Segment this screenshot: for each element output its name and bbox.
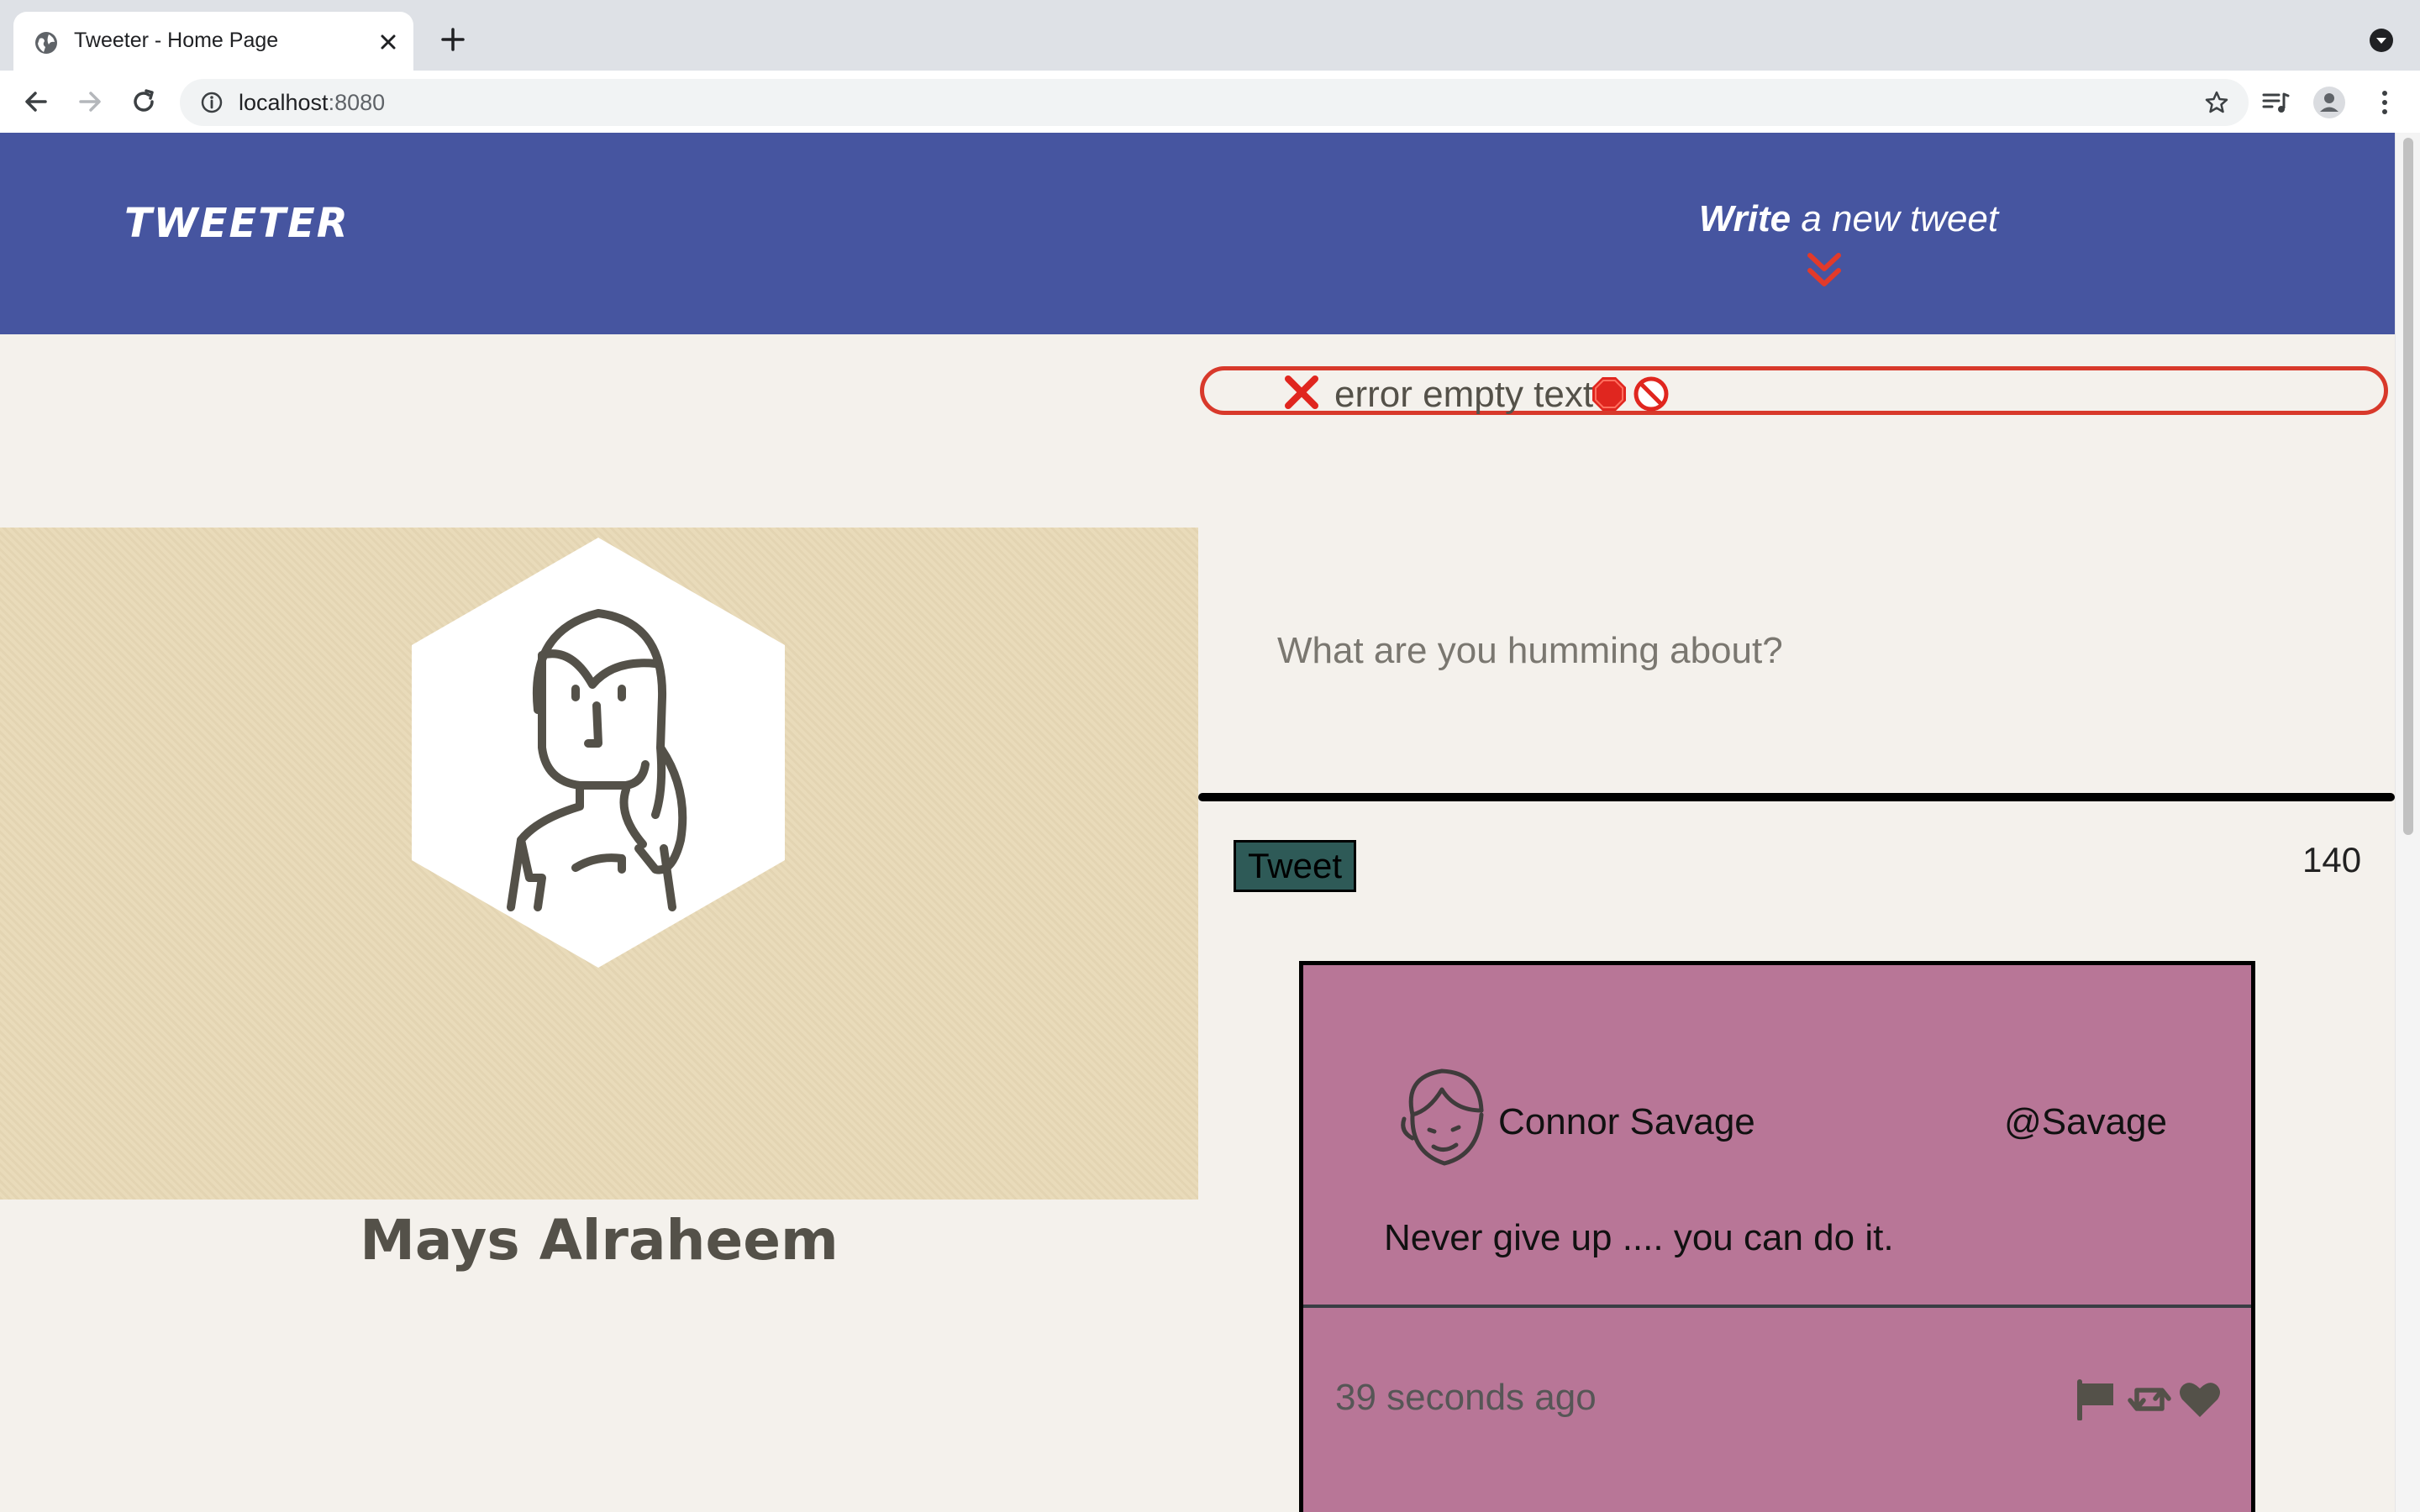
brand-logo[interactable]: TWEETER [124, 200, 350, 247]
tweet-divider [1303, 1305, 2251, 1308]
compose-label: Write a new tweet [1699, 198, 1998, 239]
more-menu-icon[interactable] [2368, 86, 2402, 119]
browser-tabstrip: Tweeter - Home Page [0, 0, 2420, 71]
url-host: localhost [239, 90, 329, 115]
man-avatar-icon [1401, 1068, 1484, 1166]
profile-name: Mays Alraheem [360, 1208, 839, 1273]
retweet-icon[interactable] [2127, 1378, 2172, 1420]
info-icon[interactable] [200, 91, 224, 114]
profile-header: Mays Alraheem [0, 528, 1198, 1273]
back-icon[interactable] [20, 86, 52, 118]
bookmark-star-icon[interactable] [2203, 89, 2230, 116]
tweet-submit-button[interactable]: Tweet [1234, 840, 1356, 892]
reload-icon[interactable] [128, 86, 160, 118]
scrollbar-thumb[interactable] [2403, 138, 2413, 835]
prohibited-icon [1634, 376, 1669, 412]
textarea-underline [1198, 793, 2395, 801]
browser-toolbar: localhost:8080 [0, 71, 2420, 134]
media-queue-icon[interactable] [2259, 86, 2292, 119]
flag-icon[interactable] [2073, 1378, 2118, 1420]
tab-title: Tweeter - Home Page [74, 29, 279, 52]
page-viewport: TWEETER Write a new tweet error empty te… [0, 133, 2395, 1512]
new-tab-icon[interactable] [439, 25, 467, 54]
forward-icon[interactable] [74, 86, 106, 118]
double-chevron-down-icon[interactable] [1807, 250, 1842, 291]
url-text: localhost:8080 [239, 90, 385, 116]
url-port: :8080 [328, 90, 386, 115]
tweet-timestamp: 39 seconds ago [1335, 1377, 1597, 1418]
character-counter: 140 [2302, 840, 2362, 879]
tweet-card: Connor Savage @Savage Never give up ....… [1299, 961, 2255, 1512]
close-icon[interactable] [376, 30, 400, 54]
error-message-box: error empty text [1200, 366, 2388, 415]
tweet-author-name: Connor Savage [1498, 1101, 1755, 1142]
user-avatar [412, 538, 785, 968]
compose-label-rest: a new tweet [1791, 198, 1999, 239]
tweet-author-handle: @Savage [2004, 1101, 2167, 1142]
address-bar[interactable]: localhost:8080 [180, 79, 2249, 126]
tweet-textarea[interactable]: What are you humming about? [1277, 630, 1783, 672]
page-scrollbar[interactable] [2395, 133, 2420, 1512]
top-navbar: TWEETER Write a new tweet [0, 133, 2395, 334]
heart-icon[interactable] [2177, 1378, 2223, 1420]
error-text: error empty text [1334, 374, 1594, 415]
browser-tab[interactable]: Tweeter - Home Page [13, 12, 413, 71]
profile-avatar-icon[interactable] [2312, 86, 2346, 119]
tab-search-icon[interactable] [2368, 27, 2395, 54]
compose-label-bold: Write [1698, 198, 1791, 239]
stop-sign-icon [1592, 377, 1626, 411]
globe-icon [35, 32, 57, 54]
write-new-tweet-link[interactable]: Write a new tweet [1697, 198, 2000, 240]
tweet-content: Never give up .... you can do it. [1384, 1217, 1894, 1258]
cross-mark-icon [1285, 375, 1318, 409]
